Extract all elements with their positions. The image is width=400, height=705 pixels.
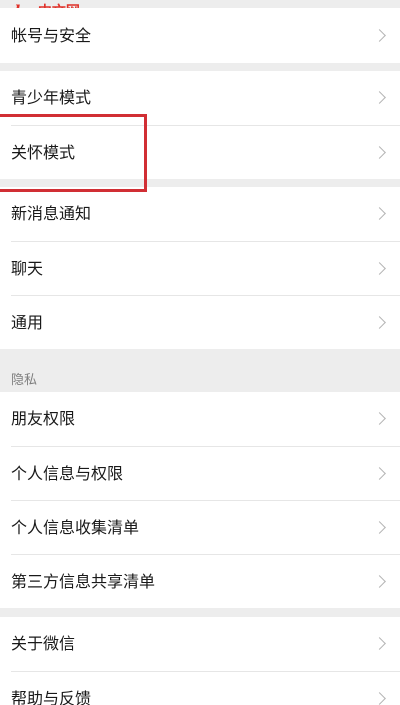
settings-item-help-feedback[interactable]: 帮助与反馈 <box>0 672 400 705</box>
chevron-right-icon <box>373 637 386 650</box>
chevron-right-icon <box>373 207 386 220</box>
section-header-privacy: 隐私 <box>11 373 38 388</box>
chevron-right-icon <box>373 520 386 534</box>
settings-item-label: 个人信息收集清单 <box>11 517 140 537</box>
chevron-right-icon <box>373 574 386 588</box>
settings-item-new-message-notification[interactable]: 新消息通知 <box>0 187 400 241</box>
settings-item-friend-permissions[interactable]: 朋友权限 <box>0 392 400 446</box>
settings-item-label: 帮助与反馈 <box>11 688 92 705</box>
chevron-right-icon <box>373 145 386 159</box>
settings-item-third-party-sharing[interactable]: 第三方信息共享清单 <box>0 555 400 608</box>
highlight-box-annotation <box>0 114 147 192</box>
settings-item-label: 朋友权限 <box>11 409 76 428</box>
chevron-right-icon <box>373 466 386 480</box>
settings-item-label: 新消息通知 <box>11 204 92 223</box>
chevron-right-icon <box>373 315 386 329</box>
chevron-right-icon <box>373 261 386 275</box>
privacy-group: 朋友权限 个人信息与权限 个人信息收集清单 第三方信息共享清单 <box>0 392 400 608</box>
settings-item-label: 关于微信 <box>11 634 76 653</box>
chevron-right-icon <box>373 28 386 42</box>
settings-item-personal-info-collection[interactable]: 个人信息收集清单 <box>0 501 400 554</box>
settings-item-label: 青少年模式 <box>11 88 92 107</box>
settings-item-label: 第三方信息共享清单 <box>11 571 156 591</box>
chevron-right-icon <box>373 91 386 104</box>
settings-item-label: 个人信息与权限 <box>11 463 124 483</box>
chevron-right-icon <box>373 412 386 425</box>
chevron-right-icon <box>373 691 386 705</box>
settings-item-label: 帐号与安全 <box>11 25 92 45</box>
settings-item-about-wechat[interactable]: 关于微信 <box>0 617 400 671</box>
settings-item-general[interactable]: 通用 <box>0 296 400 349</box>
about-group: 关于微信 帮助与反馈 <box>0 617 400 705</box>
settings-item-label: 通用 <box>11 312 44 332</box>
settings-item-personal-info-permissions[interactable]: 个人信息与权限 <box>0 447 400 500</box>
settings-item-label: 聊天 <box>11 258 44 278</box>
settings-item-chat[interactable]: 聊天 <box>0 242 400 295</box>
account-group: 帐号与安全 <box>0 8 400 63</box>
general-group: 新消息通知 聊天 通用 <box>0 187 400 349</box>
settings-item-account-security[interactable]: 帐号与安全 <box>0 8 400 63</box>
